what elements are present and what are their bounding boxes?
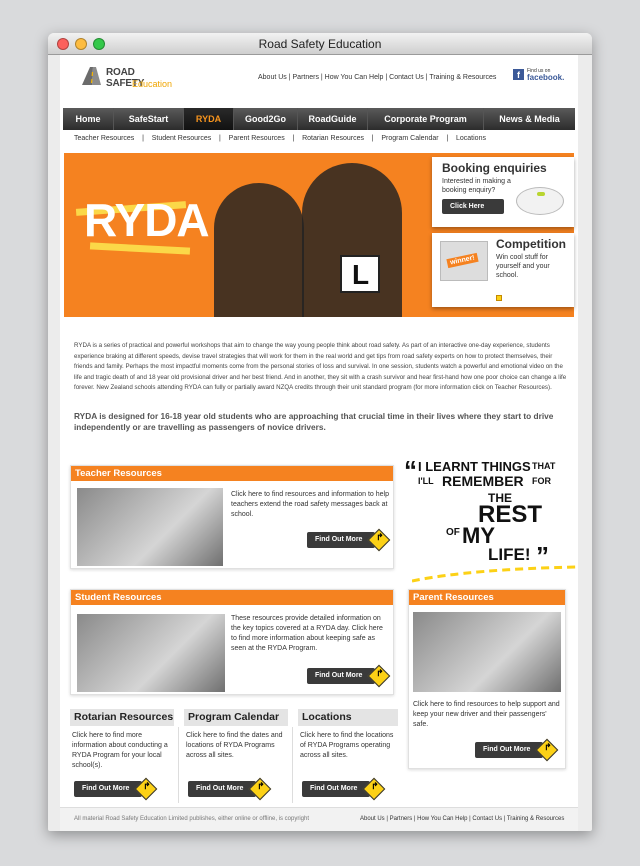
- winner-key: winner!: [446, 252, 479, 269]
- window-title: Road Safety Education: [258, 37, 382, 51]
- locations-text: Click here to find the locations of RYDA…: [300, 732, 394, 759]
- divider: [292, 727, 293, 803]
- site-header: ROAD SAFETY Education About Us | Partner…: [60, 55, 578, 99]
- divider: [178, 727, 179, 803]
- subnav-separator: |: [286, 135, 301, 142]
- competition-text: Win cool stuff for yourself and your sch…: [496, 254, 550, 279]
- student-resources-text: These resources provide detailed informa…: [231, 615, 383, 652]
- copyright-text: All material Road Safety Education Limit…: [74, 816, 310, 822]
- subnav-student-resources[interactable]: Student Resources: [152, 135, 212, 142]
- quote-open-mark: “: [404, 455, 417, 485]
- booking-enquiries-card[interactable]: Booking enquiries Interested in making a…: [432, 157, 574, 227]
- subnav-program-calendar[interactable]: Program Calendar: [381, 135, 438, 142]
- footer-links[interactable]: About Us | Partners | How You Can Help |…: [360, 816, 564, 822]
- competition-title: Competition: [496, 237, 566, 251]
- rotarian-resources-box: Rotarian Resources Click here to find mo…: [70, 709, 174, 809]
- student-resources-title[interactable]: Student Resources: [71, 590, 393, 605]
- web-page: ROAD SAFETY Education About Us | Partner…: [60, 55, 578, 831]
- parent-resources-box: Parent Resources Click here to find reso…: [408, 589, 566, 769]
- quote-line-5a: OF: [446, 527, 460, 538]
- rotarian-find-out-more-button[interactable]: Find Out More: [74, 781, 142, 797]
- sub-nav: Teacher Resources | Student Resources | …: [74, 135, 564, 142]
- teacher-resources-box: Teacher Resources Click here to find res…: [70, 465, 394, 569]
- main-nav: Home SafeStart RYDA Good2Go RoadGuide Co…: [63, 108, 575, 130]
- subnav-rotarian-resources[interactable]: Rotarian Resources: [302, 135, 364, 142]
- dashed-road-line: [412, 565, 578, 583]
- highlight-paragraph: RYDA is designed for 16-18 year old stud…: [74, 411, 554, 432]
- student-photo: [77, 614, 225, 692]
- parent-resources-title[interactable]: Parent Resources: [409, 590, 565, 605]
- learner-plate: L: [340, 255, 380, 293]
- student-resources-box: Student Resources These resources provid…: [70, 589, 394, 695]
- nav-item-roadguide[interactable]: RoadGuide: [298, 108, 368, 130]
- teacher-find-out-more-button[interactable]: Find Out More: [307, 532, 375, 548]
- subnav-locations[interactable]: Locations: [456, 135, 486, 142]
- subnav-separator: |: [440, 135, 455, 142]
- booking-click-here-button[interactable]: Click Here: [442, 199, 504, 214]
- keyboard-image: winner!: [440, 241, 488, 281]
- quote-line-1a: I LEARNT THINGS: [418, 459, 531, 474]
- facebook-link[interactable]: f Find us on facebook.: [513, 68, 564, 83]
- quote-line-6: LIFE!: [488, 545, 531, 564]
- hero-title: RYDA: [84, 194, 210, 246]
- program-calendar-title[interactable]: Program Calendar: [184, 709, 288, 726]
- quote-line-2b: REMEMBER: [442, 473, 524, 489]
- parent-resources-text: Click here to find resources to help sup…: [413, 701, 560, 728]
- subnav-parent-resources[interactable]: Parent Resources: [229, 135, 285, 142]
- competition-card[interactable]: winner! Competition Win cool stuff for y…: [432, 233, 574, 307]
- quote-line-1b: THAT: [532, 461, 556, 471]
- nav-item-home[interactable]: Home: [63, 108, 114, 130]
- booking-title: Booking enquiries: [442, 161, 547, 175]
- booking-text: Interested in making a booking enquiry?: [442, 178, 511, 194]
- logo-subtitle: Education: [132, 79, 173, 89]
- browser-window: Road Safety Education ROAD SAFETY Educat…: [48, 33, 592, 831]
- subnav-separator: |: [365, 135, 380, 142]
- locations-title[interactable]: Locations: [298, 709, 398, 726]
- intro-paragraph: RYDA is a series of practical and powerf…: [74, 342, 567, 391]
- quote-line-2a: I'LL: [418, 476, 434, 486]
- title-bar: Road Safety Education: [48, 33, 592, 55]
- site-footer: All material Road Safety Education Limit…: [60, 807, 578, 831]
- nav-item-news-media[interactable]: News & Media: [484, 108, 575, 130]
- teacher-resources-title[interactable]: Teacher Resources: [71, 466, 393, 481]
- nav-item-corporate-program[interactable]: Corporate Program: [368, 108, 484, 130]
- top-links[interactable]: About Us | Partners | How You Can Help |…: [258, 74, 496, 81]
- calendar-find-out-more-button[interactable]: Find Out More: [188, 781, 256, 797]
- program-calendar-box: Program Calendar Click here to find the …: [184, 709, 288, 809]
- rotarian-resources-title[interactable]: Rotarian Resources: [70, 709, 174, 726]
- nav-item-ryda[interactable]: RYDA: [184, 108, 234, 130]
- student-photo-boy: [302, 163, 402, 317]
- subnav-separator: |: [213, 135, 227, 142]
- locations-box: Locations Click here to find the locatio…: [298, 709, 398, 809]
- road-logo-icon: [82, 67, 101, 85]
- locations-find-out-more-button[interactable]: Find Out More: [302, 781, 370, 797]
- nav-item-good2go[interactable]: Good2Go: [234, 108, 298, 130]
- program-calendar-text: Click here to find the dates and locatio…: [186, 732, 283, 759]
- competition-bullet-icon: [496, 295, 502, 301]
- teacher-photo: [77, 488, 223, 566]
- facebook-icon: f: [513, 69, 524, 80]
- subnav-teacher-resources[interactable]: Teacher Resources: [74, 135, 134, 142]
- rotarian-resources-text: Click here to find more information abou…: [72, 732, 168, 769]
- teacher-resources-text: Click here to find resources and informa…: [231, 491, 389, 518]
- learner-plate-letter: L: [352, 259, 370, 290]
- student-photo-girl: [214, 183, 304, 317]
- subnav-separator: |: [136, 135, 150, 142]
- facebook-name: facebook.: [527, 73, 565, 82]
- nav-item-safestart[interactable]: SafeStart: [114, 108, 184, 130]
- mouse-icon: [516, 187, 564, 215]
- parent-photo: [413, 612, 561, 692]
- student-quote: “ I LEARNT THINGS THAT I'LL REMEMBER FOR…: [404, 455, 572, 573]
- site-logo[interactable]: ROAD SAFETY Education: [80, 65, 173, 93]
- quote-line-2c: FOR: [532, 476, 551, 486]
- student-find-out-more-button[interactable]: Find Out More: [307, 668, 375, 684]
- parent-find-out-more-button[interactable]: Find Out More: [475, 742, 543, 758]
